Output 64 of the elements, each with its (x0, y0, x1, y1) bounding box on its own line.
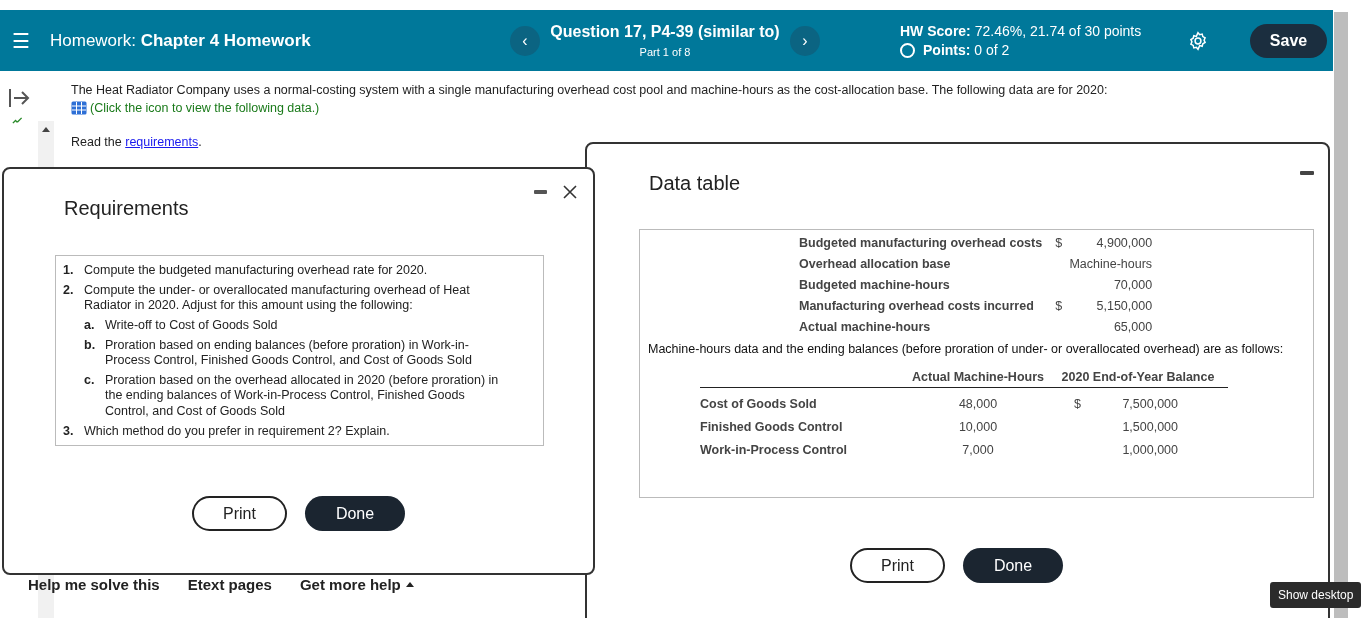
menu-icon[interactable]: ☰ (12, 28, 42, 53)
table-icon[interactable] (71, 101, 87, 115)
item-number: 2. (63, 282, 75, 299)
problem-text: The Heat Radiator Company uses a normal-costing system with a single manufacturing overhead cost pool and machine-hours as the cost-allocation base. The following data are for 2020: (71, 83, 1108, 97)
currency-sign: $ (1055, 236, 1063, 250)
column-header: 2020 End-of-Year Balance (1048, 370, 1228, 388)
item-number: 1. (63, 263, 75, 279)
hours-cell-text: 48,000 (957, 397, 999, 411)
footer-link[interactable]: Etext pages (179, 574, 280, 595)
hours-cell-text: 10,000 (957, 420, 999, 434)
account-cell-text: Work-in-Process Control (700, 443, 848, 457)
print-button[interactable]: Print (192, 496, 287, 532)
question-title: Question 17, P4-39 (similar to) (550, 23, 780, 41)
item-letter: b. (84, 337, 97, 354)
fact-value: 5,150,000 (1095, 299, 1153, 313)
caret-icon (405, 582, 414, 587)
item-letter: a. (84, 317, 96, 334)
next-button[interactable]: › (790, 25, 820, 56)
balance-cell: 1,500,000 (1122, 420, 1178, 434)
fact-label: Overhead allocation base (799, 257, 952, 271)
save-button[interactable]: Save (1250, 23, 1327, 58)
expand-icon[interactable] (7, 86, 31, 110)
fact-label: Manufacturing overhead costs incurred (799, 299, 1035, 313)
fact-value: 70,000 (1112, 278, 1153, 292)
requirement-text: Compute the budgeted manufacturing overhead rate for 2020. (84, 263, 428, 279)
data-hint: (Click the icon to view the following data.) (90, 101, 320, 115)
requirement-text: Proration based on ending balances (before proration) in Work-in-Process Control, Finished Goods Control, and Cost of Goods Sold (105, 337, 473, 369)
currency-sign: $ (1074, 397, 1081, 411)
requirement-text: Proration based on the overhead allocated in 2020 (before proration) in the ending balances of Work-in-Process Control, Finished Goods Control, and Cost of Goods Sold (105, 372, 500, 420)
footer-link[interactable]: Help me solve this (20, 574, 168, 595)
fact-label: Actual machine-hours (799, 320, 932, 334)
balance-cell: 7,500,000 (1122, 397, 1178, 411)
requirement-text: Write-off to Cost of Goods Sold (105, 317, 278, 334)
account-cell-text: Cost of Goods Sold (700, 397, 818, 411)
table-note: Machine-hours data and the ending balances (before proration of under- or overallocated overhead) are as follows: (648, 342, 1285, 356)
requirement-text: Which method do you prefer in requirement 2? Explain. (84, 423, 390, 440)
account-cell-text: Finished Goods Control (700, 420, 844, 434)
item-letter: c. (84, 372, 96, 389)
fact-label: Budgeted machine-hours (799, 278, 951, 292)
dialog-title: Data table (649, 172, 741, 195)
item-number: 3. (63, 423, 75, 440)
fact-label: Budgeted manufacturing overhead costs (799, 236, 1043, 250)
requirement-text: Compute the under- or overallocated manufacturing overhead of Heat Radiator in 2020. Adjust for this amount using the following: (84, 282, 471, 314)
close-icon[interactable] (563, 185, 577, 199)
circle-icon (900, 42, 915, 58)
homework-title: Homework: Chapter 4 Homework (50, 30, 312, 51)
show-desktop-tooltip: Show desktop (1270, 582, 1362, 608)
fact-value: 4,900,000 (1095, 236, 1153, 250)
scroll-up-icon[interactable] (42, 127, 50, 132)
settings-icon[interactable] (1188, 30, 1208, 51)
fact-value: 65,000 (1112, 320, 1153, 334)
column-header: Actual Machine-Hours (908, 370, 1048, 388)
balance-cell: 1,000,000 (1122, 443, 1178, 457)
part-label: Part 1 of 8 (639, 46, 691, 58)
print-button[interactable]: Print (850, 548, 945, 583)
hw-score: HW Score: 72.46%, 21.74 of 30 points (900, 23, 1143, 39)
dialog-title: Requirements (64, 197, 189, 220)
fact-value: Machine-hours (1068, 257, 1153, 271)
points-text: Points: 0 of 2 (923, 42, 1010, 58)
done-button[interactable]: Done (963, 548, 1063, 583)
hours-cell-text: 7,000 (961, 443, 995, 457)
previous-button[interactable]: ‹ (510, 25, 540, 56)
currency-sign: $ (1055, 299, 1063, 313)
done-button[interactable]: Done (305, 496, 405, 532)
